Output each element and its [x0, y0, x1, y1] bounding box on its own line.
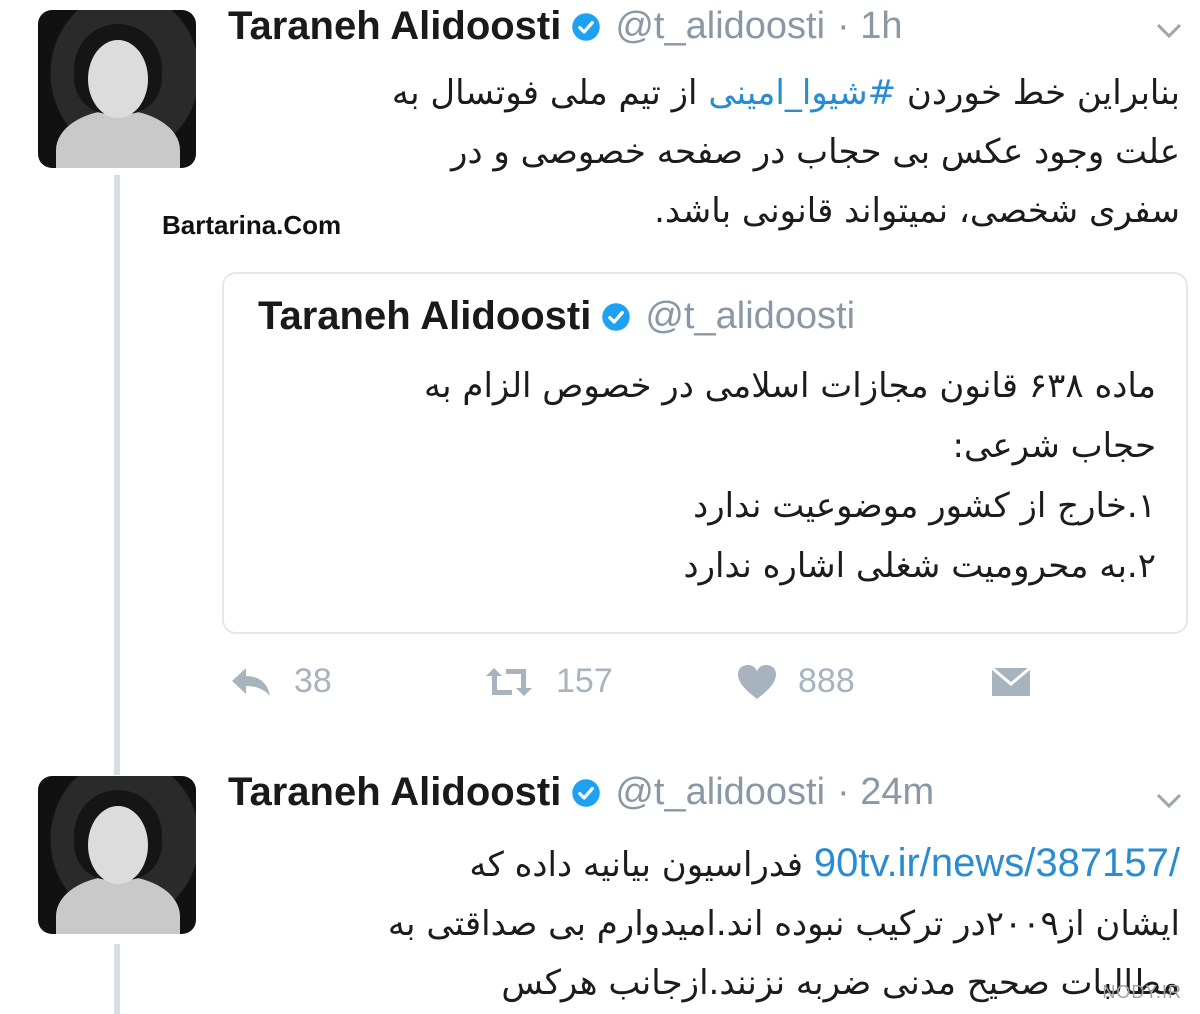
tweet-line: بنابراین خط خوردن #شیوا_امینی از تیم ملی… — [391, 73, 1180, 113]
tweet-text: بنابراین خط خوردن #شیوا_امینی از تیم ملی… — [392, 64, 1180, 241]
reply-button[interactable]: 38 — [228, 662, 332, 701]
like-count: 888 — [798, 662, 855, 700]
direct-message-button[interactable] — [990, 664, 1052, 698]
author-handle[interactable]: @t_alidoosti — [615, 771, 825, 814]
chevron-down-icon[interactable] — [1156, 22, 1182, 40]
retweet-button[interactable]: 157 — [482, 662, 613, 701]
chevron-down-icon[interactable] — [1156, 792, 1182, 810]
tweet-line: سفری شخصی، نمیتواند قانونی باشد. — [654, 191, 1180, 231]
author-handle[interactable]: @t_alidoosti — [615, 5, 825, 48]
verified-badge-icon — [572, 12, 601, 41]
hashtag-link[interactable]: #شیوا_امینی — [708, 73, 896, 113]
quoted-line: ۲.به محرومیت شغلی اشاره ندارد — [683, 546, 1156, 586]
tweet-timestamp[interactable]: · 24m — [837, 771, 934, 814]
reply-count: 38 — [294, 662, 332, 700]
author-name[interactable]: Taraneh Alidoosti — [228, 4, 561, 49]
quoted-author-name: Taraneh Alidoosti — [258, 294, 592, 338]
tweet-timestamp[interactable]: · 1h — [837, 5, 902, 48]
tweet-line: مطالبات صحیح مدنی ضربه نزنند.ازجانب هرکس — [501, 963, 1180, 1003]
tweet-header: Taraneh Alidoosti @t_alidoosti · 1h — [228, 4, 903, 49]
tweet-line: 90tv.ir/news/387157/ فدراسیون بیانیه داد… — [469, 841, 1180, 885]
verified-badge-icon — [572, 778, 601, 807]
site-watermark: NODY.IR — [1102, 982, 1182, 1002]
author-name[interactable]: Taraneh Alidoosti — [228, 770, 561, 815]
news-link[interactable]: 90tv.ir/news/387157/ — [814, 841, 1180, 885]
like-button[interactable]: 888 — [736, 662, 855, 701]
verified-badge-icon — [602, 302, 631, 331]
avatar[interactable] — [38, 10, 196, 168]
avatar[interactable] — [38, 776, 196, 934]
tweet-line: ایشان از۲۰۰۹در ترکیب نبوده اند.امیدوارم … — [387, 904, 1180, 944]
tweet-actions: 38 157 888 — [0, 660, 1200, 710]
quoted-header: Taraneh Alidoosti @t_alidoosti — [258, 294, 855, 339]
thread-line — [114, 944, 120, 1014]
tweet-line: علت وجود عکس بی حجاب در صفحه خصوصی و در — [451, 132, 1180, 172]
tweet-header: Taraneh Alidoosti @t_alidoosti · 24m — [228, 770, 934, 815]
reply-icon — [232, 667, 270, 696]
quoted-tweet-card[interactable]: Taraneh Alidoosti @t_alidoosti ماده ۶۳۸ … — [222, 272, 1188, 634]
quoted-line: ۱.خارج از کشور موضوعیت ندارد — [693, 486, 1156, 526]
quoted-line: ماده ۶۳۸ قانون مجازات اسلامی در خصوص الز… — [423, 366, 1156, 406]
quoted-author-handle: @t_alidoosti — [645, 295, 856, 337]
retweet-icon — [486, 667, 532, 696]
quoted-text: ماده ۶۳۸ قانون مجازات اسلامی در خصوص الز… — [424, 356, 1156, 596]
heart-icon — [738, 664, 776, 699]
tweet-text: 90tv.ir/news/387157/ فدراسیون بیانیه داد… — [388, 834, 1180, 1013]
envelope-icon — [991, 666, 1031, 696]
quoted-line: حجاب شرعی: — [952, 426, 1156, 466]
watermark-text: Bartarina.Com — [162, 210, 342, 240]
retweet-count: 157 — [556, 662, 613, 700]
